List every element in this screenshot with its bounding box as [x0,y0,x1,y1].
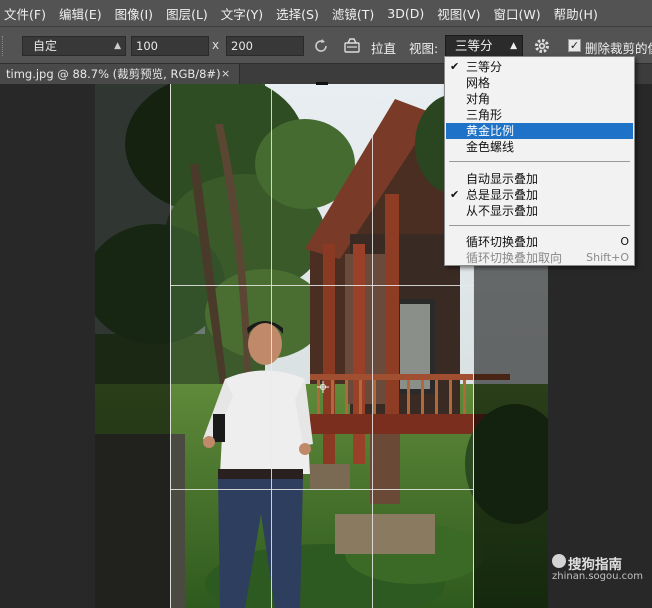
overlay-view-select[interactable]: 三等分 ▲ [445,35,523,57]
menu-item-label: 黄金比例 [466,124,515,138]
menu-bar: 文件(F) 编辑(E) 图像(I) 图层(L) 文字(Y) 选择(S) 滤镜(T… [0,0,652,26]
menu-item-label: 循环切换叠加 [466,235,539,249]
checkmark-icon: ✔ [450,60,460,73]
menu-item-grid[interactable]: 网格 [446,75,633,91]
crop-center-crosshair-icon [317,381,329,393]
menu-item-label: 循环切换叠加取向 [466,251,563,265]
menu-item-label: 从不显示叠加 [466,204,539,218]
menu-item-diagonal[interactable]: 对角 [446,91,633,107]
menu-item-golden-ratio[interactable]: 黄金比例 [446,123,633,139]
sogou-logo-icon [552,554,566,568]
menu-item-golden-spiral[interactable]: 金色螺线 [446,139,633,155]
overlay-grid-line [170,489,474,490]
menu-separator [449,161,630,162]
delete-cropped-checkbox[interactable]: ✓ [568,39,581,52]
overlay-grid-line [271,84,272,608]
menu-layer[interactable]: 图层(L) [162,4,217,23]
crop-shield-left [95,84,170,608]
overlay-view-value: 三等分 [455,38,493,53]
document-tab-title: timg.jpg @ 88.7% (裁剪预览, RGB/8#) [6,67,221,81]
crop-handle-top[interactable] [316,82,328,85]
menu-item-label: 三角形 [466,108,503,122]
menu-item-label: 总是显示叠加 [466,188,539,202]
menu-select[interactable]: 选择(S) [272,4,328,23]
options-grip-handle[interactable] [2,36,10,56]
sogou-watermark: 搜狗指南 zhinan.sogou.com [552,553,648,587]
menu-window[interactable]: 窗口(W) [490,4,550,23]
menu-item-cycle-overlay[interactable]: 循环切换叠加 O [446,234,633,250]
menu-item-shortcut: Shift+O [586,251,629,264]
menu-item-triangle[interactable]: 三角形 [446,107,633,123]
menu-view[interactable]: 视图(V) [433,4,489,23]
ratio-preset-select[interactable]: 自定 ▲ [22,36,126,56]
crop-frame[interactable] [170,84,474,608]
straighten-label[interactable]: 拉直 [371,38,396,57]
delete-cropped-label[interactable]: 删除裁剪的像 [585,38,652,57]
menu-item-label: 对角 [466,92,491,106]
document-tab[interactable]: timg.jpg @ 88.7% (裁剪预览, RGB/8#) × [0,64,240,84]
watermark-title: 搜狗指南 [568,557,622,573]
menu-item-rule-of-thirds[interactable]: ✔ 三等分 [446,59,633,75]
menu-help[interactable]: 帮助(H) [550,4,607,23]
view-label: 视图: [409,41,439,56]
checkmark-icon: ✔ [450,188,460,201]
menu-item-never-show-overlay[interactable]: 从不显示叠加 [446,203,633,219]
menu-item-label: 网格 [466,76,491,90]
menu-separator [449,225,630,226]
menu-filter[interactable]: 滤镜(T) [328,4,383,23]
menu-item-shortcut: O [620,235,629,248]
menu-3d[interactable]: 3D(D) [383,6,433,21]
menu-item-always-show-overlay[interactable]: ✔ 总是显示叠加 [446,187,633,203]
menu-image[interactable]: 图像(I) [111,4,162,23]
menu-item-cycle-overlay-orientation: 循环切换叠加取向 Shift+O [446,250,633,266]
menu-file[interactable]: 文件(F) [0,4,55,23]
overlay-grid-line [372,84,373,608]
dimension-separator: x [212,38,220,52]
crop-height-input[interactable]: 200 [226,36,304,56]
chevron-updown-icon: ▲ [114,41,121,51]
overlay-view-menu: ✔ 三等分 网格 对角 三角形 黄金比例 金色螺线 自动显示叠加 ✔ 总是显示叠… [444,56,635,266]
menu-item-auto-show-overlay[interactable]: 自动显示叠加 [446,171,633,187]
overlay-grid-line [170,285,474,286]
menu-item-label: 自动显示叠加 [466,172,539,186]
chevron-updown-icon: ▲ [510,41,517,51]
ratio-preset-value: 自定 [33,39,58,53]
menu-item-label: 金色螺线 [466,140,515,154]
watermark-subtitle: zhinan.sogou.com [552,571,644,582]
menu-item-label: 三等分 [466,60,503,74]
close-icon[interactable]: × [221,64,230,84]
menu-type[interactable]: 文字(Y) [217,4,272,23]
crop-width-input[interactable]: 100 [131,36,209,56]
menu-edit[interactable]: 编辑(E) [55,4,111,23]
gear-icon[interactable] [533,37,551,55]
swap-icon[interactable] [312,37,330,55]
straighten-icon[interactable] [342,36,362,56]
